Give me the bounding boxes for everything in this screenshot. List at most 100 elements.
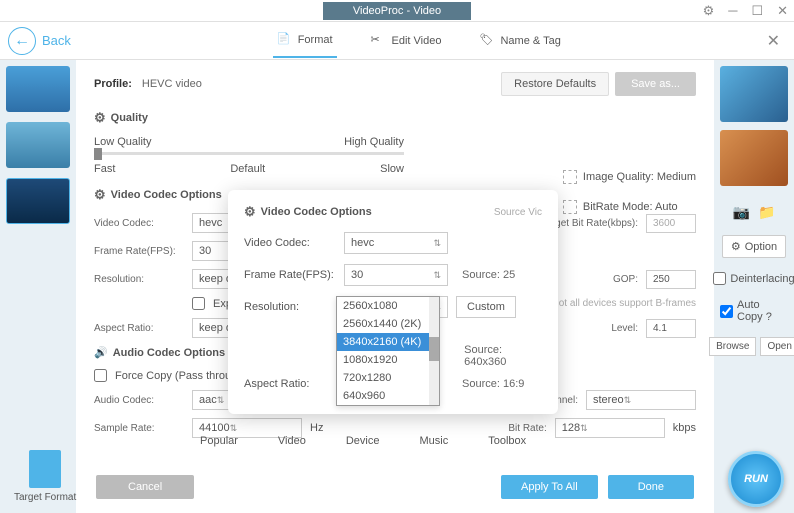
category-toolbox[interactable]: Toolbox (488, 435, 526, 447)
dropdown-item[interactable]: 2560x1440 (2K) (337, 315, 439, 333)
app-title: VideoProc - Video (323, 2, 471, 20)
resolution-label: Resolution: (94, 274, 184, 285)
minimize-icon[interactable]: ─ (728, 3, 737, 18)
low-quality-label: Low Quality (94, 136, 151, 148)
target-format-icon (29, 450, 61, 488)
target-format[interactable]: Target Format (14, 450, 76, 503)
fast-label: Fast (94, 163, 115, 175)
popup-fps-select[interactable]: 30⇅ (344, 264, 448, 286)
slider-handle[interactable] (94, 148, 102, 160)
cancel-button[interactable]: Cancel (96, 475, 194, 499)
profile-value: HEVC video (142, 78, 202, 90)
video-codec-label: Video Codec: (94, 218, 184, 229)
format-icon: 📄 (277, 32, 293, 48)
target-bitrate-input[interactable]: 3600 (646, 214, 696, 233)
force-copy-checkbox[interactable] (94, 369, 107, 382)
popup-fps-label: Frame Rate(FPS): (244, 269, 336, 281)
category-music[interactable]: Music (419, 435, 448, 447)
autocopy-label: Auto Copy ? (737, 299, 788, 323)
main-tabs: 📄 Format ✂ Edit Video 🏷 Name & Tag (71, 24, 767, 58)
dropdown-item[interactable]: 2560x1080 (337, 297, 439, 315)
video-thumbnail[interactable] (6, 66, 70, 112)
category-video[interactable]: Video (278, 435, 306, 447)
dropdown-scrollbar[interactable] (429, 297, 439, 405)
done-button[interactable]: Done (608, 475, 694, 499)
popup-codec-label: Video Codec: (244, 237, 336, 249)
popup-res-label: Resolution: (244, 301, 336, 313)
close-icon[interactable]: ✕ (777, 3, 788, 19)
category-popular[interactable]: Popular (200, 435, 238, 447)
save-as-button[interactable]: Save as... (615, 72, 696, 96)
target-format-label: Target Format (14, 492, 76, 503)
deinterlacing-checkbox[interactable] (713, 272, 726, 285)
topbar: ← Back 📄 Format ✂ Edit Video 🏷 Name & Ta… (0, 22, 794, 60)
folder-icon[interactable]: 📁 (758, 204, 775, 221)
dropdown-item[interactable]: 1080x1920 (337, 351, 439, 369)
aspect-label: Aspect Ratio: (94, 323, 184, 334)
image-quality-icon (563, 170, 577, 184)
bottom-buttons: Cancel Apply To All Done (76, 467, 714, 507)
high-quality-label: High Quality (344, 136, 404, 148)
video-thumbnail-selected[interactable] (6, 178, 70, 224)
right-panel: 📷 📁 ⚙ Option Deinterlacing Auto Copy ? B… (714, 60, 794, 513)
option-button[interactable]: ⚙ Option (722, 235, 786, 258)
back-button[interactable]: Back (42, 33, 71, 48)
dropdown-item[interactable]: 640x960 (337, 387, 439, 405)
scrollbar-thumb[interactable] (429, 337, 439, 361)
dropdown-item-selected[interactable]: 3840x2160 (4K) (337, 333, 439, 351)
gop-label: GOP: (613, 274, 638, 285)
aspect-source-text: Source: 16:9 (462, 378, 524, 390)
open-button[interactable]: Open (760, 337, 794, 356)
restore-defaults-button[interactable]: Restore Defaults (501, 72, 609, 96)
default-label: Default (230, 163, 265, 175)
sample-rate-label: Sample Rate: (94, 423, 184, 434)
run-button[interactable]: RUN (728, 451, 784, 507)
video-thumbnail[interactable] (6, 122, 70, 168)
audio-channel-select[interactable]: stereo⇅ (586, 390, 696, 410)
audio-codec-label: Audio Codec: (94, 395, 184, 406)
tag-icon: 🏷 (479, 33, 495, 49)
quality-header: ⚙ Quality (94, 110, 696, 126)
popup-aspect-label: Aspect Ratio: (244, 378, 336, 390)
level-select[interactable]: 4.1 (646, 319, 696, 338)
left-thumbnail-strip (0, 60, 76, 513)
tab-format-label: Format (298, 34, 333, 46)
tab-edit-label: Edit Video (392, 35, 442, 47)
resolution-dropdown: 2560x1080 2560x1440 (2K) 3840x2160 (4K) … (336, 296, 440, 406)
maximize-icon[interactable]: ☐ (751, 3, 763, 19)
level-label: Level: (611, 323, 638, 334)
bitrate-mode-text: BitRate Mode: Auto (583, 201, 678, 213)
settings-icon[interactable]: ⚙ (703, 3, 715, 19)
res-source-text: Source: 640x360 (464, 344, 542, 368)
back-arrow-icon[interactable]: ← (8, 27, 36, 55)
popup-codec-select[interactable]: hevc⇅ (344, 232, 448, 254)
category-device[interactable]: Device (346, 435, 380, 447)
apply-to-all-button[interactable]: Apply To All (501, 475, 598, 499)
gear-icon: ⚙ (94, 110, 106, 126)
dropdown-item[interactable]: 720x1280 (337, 369, 439, 387)
source-vic-label: Source Vic (494, 207, 542, 218)
bitrate-mode-icon (563, 200, 577, 214)
video-codec-popup: ⚙ Video Codec Options Source Vic Video Co… (228, 190, 558, 414)
titlebar: VideoProc - Video ⚙ ─ ☐ ✕ (0, 0, 794, 22)
gop-input[interactable]: 250 (646, 270, 696, 289)
quality-slider[interactable] (94, 152, 404, 155)
speaker-icon: 🔊 (94, 346, 108, 359)
camera-icon[interactable]: 📷 (733, 204, 750, 221)
gear-icon: ⚙ (731, 240, 741, 253)
expand-video-checkbox[interactable] (192, 297, 205, 310)
tab-edit-video[interactable]: ✂ Edit Video (367, 24, 446, 58)
category-tabs: Popular Video Device Music Toolbox (180, 431, 714, 451)
preview-thumbnail[interactable] (720, 130, 788, 186)
gear-icon: ⚙ (244, 204, 256, 220)
browse-button[interactable]: Browse (709, 337, 756, 356)
tab-format[interactable]: 📄 Format (273, 24, 337, 58)
popup-title: Video Codec Options (261, 206, 372, 218)
tab-name-tag[interactable]: 🏷 Name & Tag (475, 24, 564, 58)
tab-name-label: Name & Tag (500, 35, 560, 47)
panel-close-icon[interactable]: ✕ (767, 31, 780, 51)
autocopy-checkbox[interactable] (720, 305, 733, 318)
preview-thumbnail[interactable] (720, 66, 788, 122)
bframes-note: * Not all devices support B-frames (545, 298, 696, 309)
custom-button[interactable]: Custom (456, 296, 516, 318)
